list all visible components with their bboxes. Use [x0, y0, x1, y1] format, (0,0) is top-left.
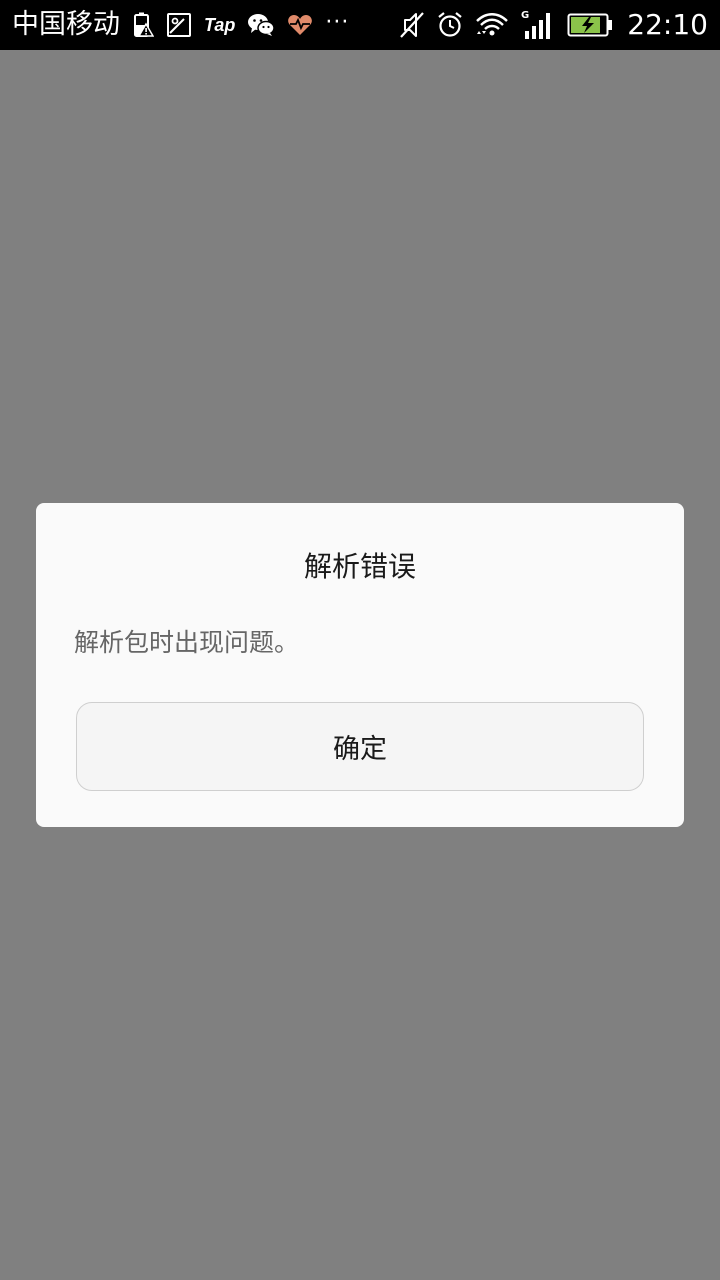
- carrier-name: 中国移动: [12, 9, 120, 40]
- image-icon: [166, 0, 192, 50]
- status-bar: 中国移动 Tap ··· G 22:10: [0, 0, 720, 50]
- status-bar-right: G 22:10: [393, 0, 708, 50]
- status-bar-left: 中国移动 Tap ···: [12, 0, 355, 50]
- silent-icon: [399, 0, 425, 50]
- dialog-message: 解析包时出现问题。: [74, 628, 300, 657]
- dialog-title: 解析错误: [303, 550, 416, 583]
- network-type-label: G: [521, 10, 529, 21]
- alarm-icon: [437, 0, 463, 50]
- battery-warning-icon: [132, 0, 154, 50]
- parse-error-dialog: 解析错误 解析包时出现问题。 确定: [36, 503, 684, 827]
- ok-button[interactable]: 确定: [76, 702, 644, 791]
- more-icon: ···: [325, 9, 350, 35]
- wifi-icon: [475, 0, 509, 50]
- status-bar-time: 22:10: [627, 8, 708, 41]
- wechat-icon: [247, 0, 276, 50]
- tap-icon: Tap: [204, 14, 236, 35]
- signal-icon: G: [521, 0, 555, 50]
- heart-rate-icon: [287, 0, 313, 50]
- battery-charging-icon: [567, 0, 613, 50]
